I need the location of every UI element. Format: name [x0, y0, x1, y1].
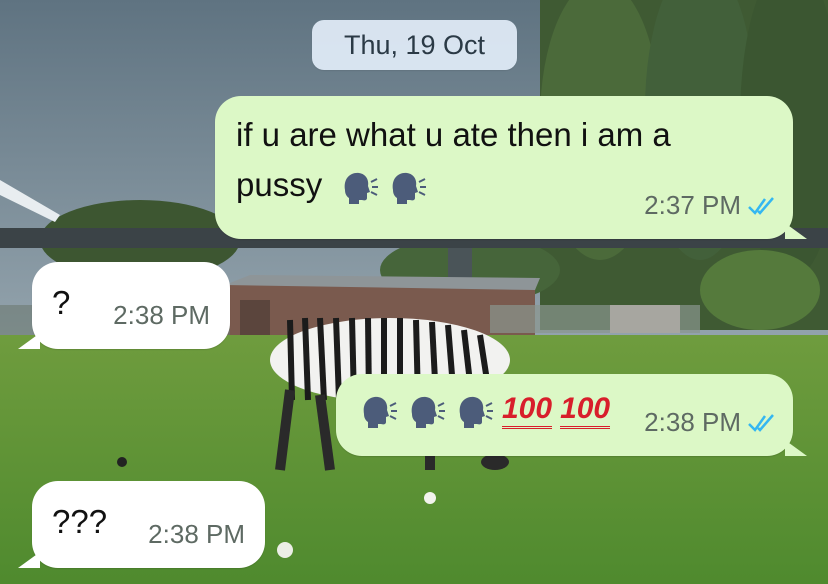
- message-text-line: if u are what u ate then i am a: [236, 116, 671, 153]
- message-timestamp: 2:38 PM: [113, 300, 210, 330]
- incoming-message-bubble[interactable]: ? 2:38 PM: [18, 262, 230, 349]
- message-text: ?: [52, 284, 71, 321]
- speaking-head-icon: [363, 396, 397, 428]
- date-separator-label: Thu, 19 Oct: [343, 29, 486, 60]
- speaking-head-icon: [393, 172, 427, 204]
- hundred-points-icon: 100: [560, 393, 611, 429]
- hundred-points-icon: 100: [502, 393, 553, 429]
- message-timestamp: 2:37 PM: [644, 190, 741, 220]
- double-check-icon: [748, 413, 774, 432]
- outgoing-message-bubble[interactable]: 100 100 2:38 PM: [336, 374, 807, 456]
- message-timestamp: 2:38 PM: [148, 519, 245, 549]
- message-text-line: pussy: [236, 165, 323, 203]
- speaking-head-icon: [345, 172, 379, 204]
- speaking-head-icon: [459, 396, 493, 428]
- date-separator: Thu, 19 Oct: [312, 20, 517, 70]
- message-text: ???: [52, 503, 108, 540]
- speaking-head-icon: [411, 396, 445, 428]
- incoming-message-bubble[interactable]: ??? 2:38 PM: [18, 481, 265, 568]
- outgoing-message-bubble[interactable]: if u are what u ate then i am a pussy 2:…: [215, 96, 807, 239]
- message-timestamp: 2:38 PM: [644, 407, 741, 437]
- double-check-icon: [748, 196, 774, 215]
